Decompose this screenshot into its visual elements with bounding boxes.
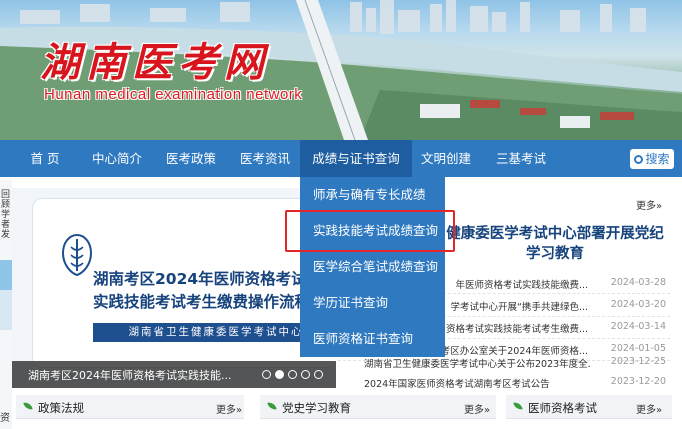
site-subtitle: Hunan medical examination network <box>44 86 303 103</box>
side-strip-image <box>0 260 12 330</box>
panel-party-history: 党史学习教育 更多» <box>260 395 496 419</box>
panel-title[interactable]: 党史学习教育 <box>282 400 351 416</box>
dropdown-item-written-exam-score[interactable]: 医学综合笔试成绩查询 <box>300 249 445 285</box>
nav-home[interactable]: 首 页 <box>14 140 76 177</box>
dropdown-item-license-query[interactable]: 医师资格证书查询 <box>300 321 445 357</box>
nav-exam-news[interactable]: 医考资讯 <box>230 140 300 177</box>
panel-more-link[interactable]: 更多» <box>216 401 242 416</box>
carousel-caption[interactable]: 湖南考区2024年医师资格考试实践技能... <box>28 367 231 383</box>
dropdown-item-diploma-query[interactable]: 学历证书查询 <box>300 285 445 321</box>
panel-physician-exam: 医师资格考试 更多» <box>506 395 672 419</box>
health-emblem-icon <box>61 233 93 277</box>
nav-three-basics-exam[interactable]: 三基考试 <box>486 140 556 177</box>
news-item-date: 2024-03-14 <box>610 321 666 332</box>
news-item-date: 2024-03-28 <box>610 277 666 288</box>
news-more-link[interactable]: 更多» <box>636 197 662 212</box>
carousel-caption-bar: 湖南考区2024年医师资格考试实践技能... <box>12 361 336 388</box>
news-item[interactable]: 2024年国家医师资格考试湖南考区考试公告 2023-12-20 <box>338 372 670 394</box>
panel-more-link[interactable]: 更多» <box>636 401 662 416</box>
score-query-dropdown: 师承与确有专长成绩 实践技能考试成绩查询 医学综合笔试成绩查询 学历证书查询 医… <box>300 177 445 357</box>
header-banner: 湖南医考网 Hunan medical examination network <box>0 0 682 140</box>
panel-title[interactable]: 医师资格考试 <box>528 400 597 416</box>
carousel-dot-4[interactable] <box>301 370 310 379</box>
search-icon <box>634 155 644 164</box>
panel-policy: 政策法规 更多» <box>16 395 244 419</box>
news-item-date: 2023-12-20 <box>610 376 666 387</box>
news-item-date: 2024-03-20 <box>610 299 666 310</box>
slide-title-line1: 湖南考区2024年医师资格考试 <box>93 270 307 288</box>
news-item-date: 2023-12-25 <box>610 356 666 367</box>
nav-score-certificate-query[interactable]: 成绩与证书查询 <box>300 140 412 177</box>
news-item-title[interactable]: 湖南省卫生健康委医学考试中心关于公布2023年度全... <box>364 356 590 370</box>
news-headline[interactable]: 健康委医学考试中心部署开展党纪学习教育 <box>440 224 670 264</box>
main-nav: 首 页 中心简介 医考政策 医考资讯 成绩与证书查询 文明创建 三基考试 搜索 <box>0 140 682 177</box>
news-item-title[interactable]: 2024年国家医师资格考试湖南考区考试公告 <box>364 376 590 390</box>
search-button[interactable]: 搜索 <box>630 149 674 169</box>
leaf-icon <box>23 401 33 411</box>
nav-center-intro[interactable]: 中心简介 <box>82 140 152 177</box>
carousel-dot-3[interactable] <box>288 370 297 379</box>
left-side-strip: 回顾学者发 <box>0 180 12 429</box>
nav-civilization[interactable]: 文明创建 <box>414 140 478 177</box>
carousel-dot-2[interactable] <box>275 370 284 379</box>
side-strip-bottom-text: 资 <box>0 413 10 424</box>
carousel-dot-5[interactable] <box>314 370 323 379</box>
dropdown-item-mentorship-score[interactable]: 师承与确有专长成绩 <box>300 177 445 213</box>
panel-title[interactable]: 政策法规 <box>38 400 84 416</box>
panel-more-link[interactable]: 更多» <box>464 401 490 416</box>
slide-title-line2: 实践技能考试考生缴费操作流程 <box>93 293 311 311</box>
leaf-icon <box>267 401 277 411</box>
highlight-annotation <box>285 210 455 252</box>
carousel-dot-1[interactable] <box>262 370 271 379</box>
leaf-icon <box>513 401 523 411</box>
search-label: 搜索 <box>645 152 670 166</box>
site-title: 湖南医考网 <box>40 39 270 86</box>
side-strip-text: 回顾学者发 <box>1 190 11 240</box>
nav-exam-policy[interactable]: 医考政策 <box>156 140 226 177</box>
